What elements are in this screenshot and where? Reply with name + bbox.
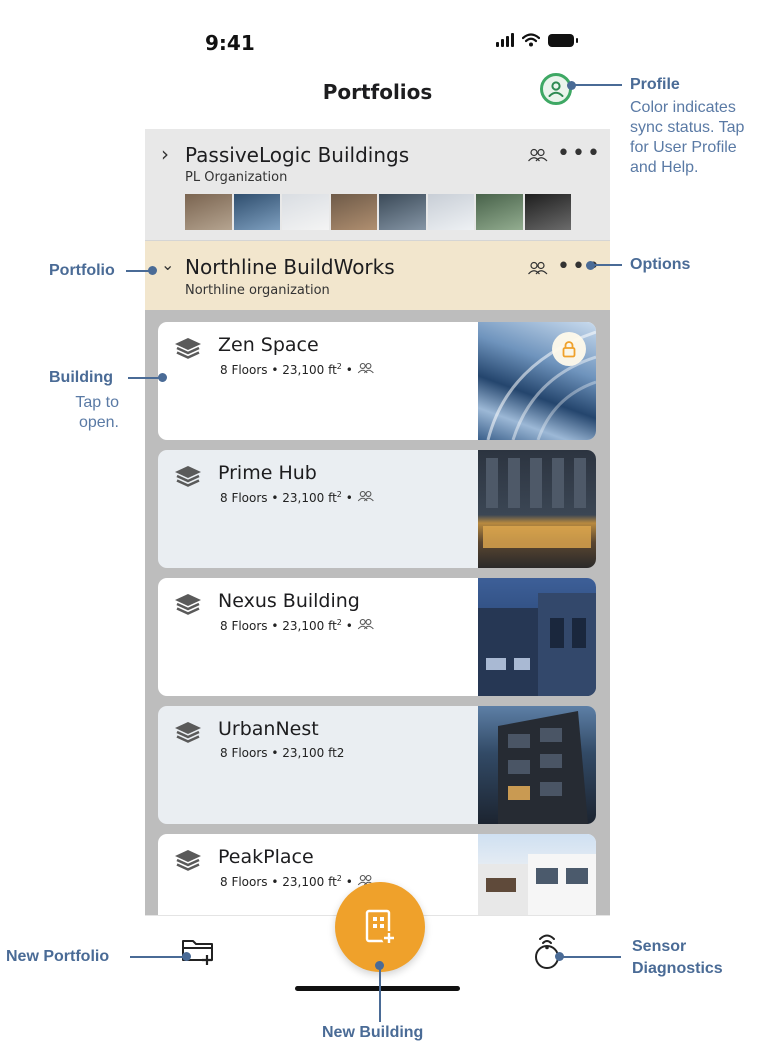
people-icon <box>357 618 374 630</box>
building-name: Nexus Building <box>218 590 360 612</box>
layers-icon <box>175 594 201 615</box>
building-photo <box>478 834 596 915</box>
options-ellipsis-icon[interactable]: ••• <box>557 143 602 165</box>
portfolio-name: PassiveLogic Buildings <box>185 143 410 167</box>
layers-icon <box>175 338 201 359</box>
chevron-down-icon[interactable]: ⌄ <box>161 255 174 274</box>
home-indicator <box>295 986 460 991</box>
callout-profile-text: Color indicates sync status. Tap for Use… <box>630 99 745 176</box>
portfolio-row-passivelogic[interactable]: › PassiveLogic Buildings PL Organization… <box>145 129 610 241</box>
building-meta: 8 Floors • 23,100 ft2 <box>220 746 345 760</box>
building-name: PeakPlace <box>218 846 314 868</box>
status-bar: 9:41 <box>145 5 610 75</box>
building-card-zen-space[interactable]: Zen Space 8 Floors • 23,100 ft2 • <box>158 322 596 440</box>
building-name: Prime Hub <box>218 462 317 484</box>
callout-dot <box>148 266 157 275</box>
building-meta: 8 Floors • 23,100 ft2 • <box>220 490 375 505</box>
callout-new-portfolio-title: New Portfolio <box>6 948 110 965</box>
lock-icon <box>562 340 576 357</box>
callout-line <box>128 377 160 379</box>
sensor-icon[interactable] <box>532 930 562 970</box>
layers-icon <box>175 466 201 487</box>
new-building-button[interactable] <box>335 882 425 972</box>
building-card-prime-hub[interactable]: Prime Hub 8 Floors • 23,100 ft2 • <box>158 450 596 568</box>
people-icon <box>357 362 374 374</box>
lock-badge[interactable] <box>552 332 586 366</box>
portfolio-row-northline[interactable]: ⌄ Northline BuildWorks Northline organiz… <box>145 241 610 310</box>
portfolio-subtitle: PL Organization <box>185 170 288 185</box>
callout-sensor-title: Sensor <box>632 938 687 955</box>
portfolio-subtitle: Northline organization <box>185 283 330 298</box>
building-card-urbannest[interactable]: UrbanNest 8 Floors • 23,100 ft2 <box>158 706 596 824</box>
layers-icon <box>175 722 201 743</box>
callout-line <box>561 956 621 958</box>
people-icon <box>528 148 548 162</box>
callout-line <box>592 264 622 266</box>
battery-icon <box>548 33 578 47</box>
callout-line <box>572 84 622 86</box>
building-card-nexus-building[interactable]: Nexus Building 8 Floors • 23,100 ft2 • <box>158 578 596 696</box>
callout-dot <box>158 373 167 382</box>
callout-building-text: Tap to open. <box>75 394 119 431</box>
chevron-right-icon[interactable]: › <box>161 142 169 166</box>
portfolio-thumbnail-strip <box>185 194 571 230</box>
callout-building-title: Building <box>49 369 113 386</box>
portfolio-name: Northline BuildWorks <box>185 255 395 279</box>
callout-profile-title: Profile <box>630 76 680 93</box>
wifi-icon <box>522 33 540 47</box>
cellular-signal-icon <box>496 33 514 47</box>
people-icon <box>528 261 548 275</box>
building-name: UrbanNest <box>218 718 319 740</box>
building-meta: 8 Floors • 23,100 ft2 • <box>220 618 375 633</box>
layers-icon <box>175 850 201 871</box>
callout-line <box>130 956 184 958</box>
building-photo <box>478 450 596 568</box>
building-meta: 8 Floors • 23,100 ft2 • <box>220 874 375 889</box>
building-list[interactable]: Zen Space 8 Floors • 23,100 ft2 • Prime … <box>145 310 610 915</box>
callout-dot <box>182 952 191 961</box>
phone-screen: 9:41 Portfolios › PassiveLogic Buildings… <box>145 5 610 1003</box>
callout-sensor-title-2: Diagnostics <box>632 960 723 977</box>
building-meta: 8 Floors • 23,100 ft2 • <box>220 362 375 377</box>
building-name: Zen Space <box>218 334 319 356</box>
profile-button[interactable] <box>540 73 572 105</box>
building-plus-icon <box>365 909 396 945</box>
callout-options-title: Options <box>630 256 691 273</box>
callout-portfolio-title: Portfolio <box>49 262 115 279</box>
person-circle-icon <box>548 81 564 97</box>
building-photo <box>478 706 596 824</box>
building-photo <box>478 322 596 440</box>
people-icon <box>357 490 374 502</box>
status-icons <box>496 33 578 47</box>
status-time: 9:41 <box>205 31 255 55</box>
building-photo <box>478 578 596 696</box>
callout-new-building-title: New Building <box>322 1024 424 1041</box>
callout-line <box>126 270 150 272</box>
callout-line <box>379 966 381 1022</box>
folder-plus-icon[interactable] <box>181 936 215 966</box>
